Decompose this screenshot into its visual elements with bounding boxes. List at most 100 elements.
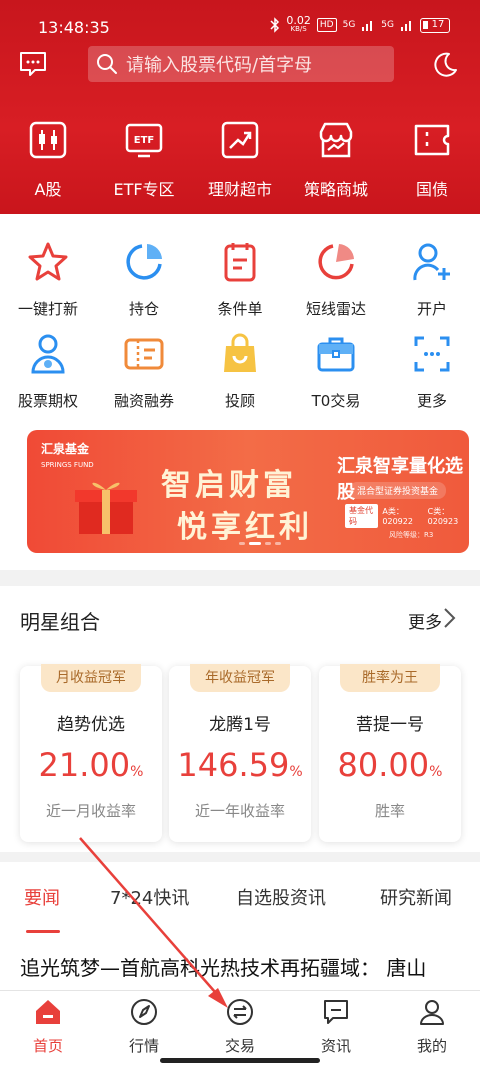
compass-icon <box>131 999 157 1025</box>
section-title: 明星组合 <box>20 610 100 634</box>
user-icon <box>420 1000 444 1025</box>
portfolio-card[interactable]: 年收益冠军 龙腾1号 146.59% 近一年收益率 <box>169 664 311 842</box>
portfolio-value-unit: % <box>429 764 443 780</box>
hd-badge: HD <box>316 18 337 32</box>
action-conditional-order[interactable]: 条件单 <box>192 240 288 319</box>
news-tab-watchlist[interactable]: 自选股资讯 <box>236 884 326 910</box>
banner-brand-cn: 汇泉基金 <box>41 442 90 456</box>
shopping-bag-icon <box>224 333 256 372</box>
portfolio-badge: 月收益冠军 <box>41 664 141 692</box>
exchange-icon <box>227 999 253 1025</box>
top-nav: A股 ETF ETF专区 理财超市 策略商城 国债 <box>0 120 480 200</box>
etf-icon: ETF <box>125 123 163 158</box>
news-tab-flash[interactable]: 7*24快讯 <box>110 884 189 910</box>
banner-subtitle: 混合型证券投资基金 <box>349 482 447 499</box>
ticket-icon <box>414 124 450 156</box>
action-label: 开户 <box>416 300 447 318</box>
message-icon[interactable] <box>18 50 48 78</box>
promo-banner[interactable]: 汇泉基金 SPRINGS FUND 智启财富 悦享红利 汇泉智享量化选股 混合型… <box>27 430 469 553</box>
banner-pagination <box>239 542 281 545</box>
banner-dot <box>265 542 271 545</box>
chat-icon <box>324 1000 348 1024</box>
top-nav-wealth[interactable]: 理财超市 <box>192 120 288 200</box>
action-t0-trading[interactable]: T0交易 <box>288 332 384 411</box>
signal-label-1: 5G <box>342 20 356 30</box>
star-icon <box>28 242 68 281</box>
header: 13:48:35 0.02 KB/S HD 5G 5G 17 请输入股票代码/首… <box>0 0 480 214</box>
home-icon <box>36 1000 60 1024</box>
pie-chart-icon <box>126 244 162 280</box>
nav-profile[interactable]: 我的 <box>384 991 480 1072</box>
nav-label: 行情 <box>128 1037 159 1055</box>
banner-slogan-2: 悦享红利 <box>177 510 313 545</box>
document-icon <box>224 243 256 282</box>
search-input[interactable]: 请输入股票代码/首字母 <box>88 46 394 82</box>
action-label: 投顾 <box>224 392 255 410</box>
top-nav-strategy[interactable]: 策略商城 <box>288 120 384 200</box>
top-nav-a-shares[interactable]: A股 <box>0 120 96 200</box>
more-link[interactable]: 更多 <box>408 608 442 633</box>
nav-label: 我的 <box>416 1037 447 1055</box>
nav-home[interactable]: 首页 <box>0 991 96 1072</box>
action-holdings[interactable]: 持仓 <box>96 240 192 319</box>
portfolio-desc: 近一月收益率 <box>45 802 136 820</box>
signal-label-2: 5G <box>381 20 394 30</box>
top-nav-bonds[interactable]: 国债 <box>384 120 480 200</box>
action-margin[interactable]: 融资融券 <box>96 332 192 411</box>
battery-indicator: 17 <box>420 17 450 33</box>
search-icon <box>88 46 126 82</box>
voucher-icon <box>124 338 164 370</box>
portfolio-desc: 胜率 <box>374 802 405 820</box>
top-nav-label: 理财超市 <box>207 180 272 199</box>
action-open-account[interactable]: 开户 <box>384 240 480 319</box>
banner-dot <box>275 542 281 545</box>
banner-code-label: 基金代码 <box>345 504 379 528</box>
news-headline[interactable]: 追光筑梦—首航高科光热技术再拓疆域： 唐山 <box>20 952 470 981</box>
banner-code-row: 基金代码 A类：020922 C类：020923 <box>345 504 469 528</box>
net-unit: KB/S <box>290 25 307 33</box>
banner-risk: 风险等级：R3 <box>389 531 434 539</box>
portfolio-value: 80.00% <box>319 746 461 784</box>
portfolio-name: 趋势优选 <box>57 715 125 735</box>
action-ipo[interactable]: 一键打新 <box>0 240 96 319</box>
news-tab-research[interactable]: 研究新闻 <box>380 884 452 910</box>
action-label: 持仓 <box>128 300 159 318</box>
action-label: 短线雷达 <box>305 300 366 318</box>
portfolio-card[interactable]: 月收益冠军 趋势优选 21.00% 近一月收益率 <box>20 664 162 842</box>
top-nav-etf[interactable]: ETF ETF专区 <box>96 120 192 200</box>
signal-icon <box>362 21 373 31</box>
news-tabs: 要闻 7*24快讯 自选股资讯 研究新闻 <box>0 884 480 933</box>
banner-brand: 汇泉基金 SPRINGS FUND <box>41 440 94 470</box>
banner-brand-en: SPRINGS FUND <box>41 461 94 469</box>
portfolio-card[interactable]: 胜率为王 菩提一号 80.00% 胜率 <box>319 664 461 842</box>
bluetooth-icon <box>270 17 280 33</box>
news-tab-headlines[interactable]: 要闻 <box>24 884 60 910</box>
battery-level: 17 <box>431 18 445 30</box>
quick-actions-row-2: 股票期权 融资融券 投顾 T0交易 更多 <box>0 332 480 411</box>
search-placeholder: 请输入股票代码/首字母 <box>126 55 313 76</box>
chevron-right-icon[interactable] <box>440 606 458 630</box>
news-section: 要闻 7*24快讯 自选股资讯 研究新闻 追光筑梦—首航高科光热技术再拓疆域： … <box>0 862 480 992</box>
action-label: 更多 <box>416 392 447 410</box>
action-stock-options[interactable]: 股票期权 <box>0 332 96 411</box>
action-more[interactable]: 更多 <box>384 332 480 411</box>
action-advisory[interactable]: 投顾 <box>192 332 288 411</box>
action-label: 一键打新 <box>17 300 78 318</box>
banner-dot <box>239 542 245 545</box>
add-user-icon <box>413 243 450 281</box>
banner-code-a: A类：020922 <box>382 507 413 526</box>
portfolio-desc: 近一年收益率 <box>194 802 285 820</box>
moon-icon[interactable] <box>430 50 460 80</box>
trend-chart-icon <box>221 121 259 159</box>
gift-box-icon <box>75 482 137 534</box>
radar-icon <box>318 244 354 280</box>
top-nav-label: 国债 <box>415 180 448 199</box>
home-indicator <box>160 1058 320 1063</box>
tab-underline <box>26 930 60 933</box>
action-short-radar[interactable]: 短线雷达 <box>288 240 384 319</box>
top-nav-label: ETF专区 <box>113 180 175 199</box>
candlestick-icon <box>29 121 67 159</box>
portfolio-badge: 年收益冠军 <box>190 664 290 692</box>
top-nav-label: A股 <box>34 180 62 199</box>
portfolio-value-number: 80.00 <box>337 746 430 784</box>
